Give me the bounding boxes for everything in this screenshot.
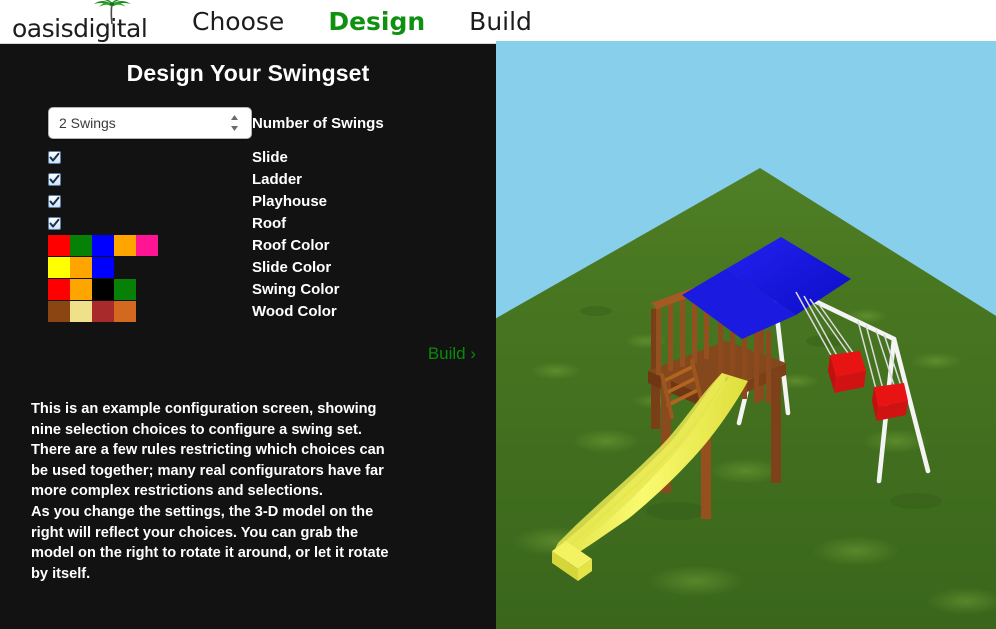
color-swatch[interactable] xyxy=(92,278,114,300)
color-swatch[interactable] xyxy=(92,234,114,256)
label-number-of-swings: Number of Swings xyxy=(252,114,384,132)
swingset-3d-scene[interactable] xyxy=(496,41,996,629)
color-swatch[interactable] xyxy=(70,300,92,322)
field-row-slide: Slide xyxy=(0,146,496,168)
label-roof: Roof xyxy=(252,214,287,232)
label-wood-color: Wood Color xyxy=(252,302,337,320)
description-text: This is an example configuration screen,… xyxy=(31,399,391,584)
label-slide-color: Slide Color xyxy=(252,258,332,276)
configuration-form: 2 Swings Number of Swings Slide Ladder P… xyxy=(0,100,496,322)
checkbox-ladder[interactable] xyxy=(48,172,61,186)
color-swatch[interactable] xyxy=(136,234,158,256)
color-swatch[interactable] xyxy=(70,278,92,300)
build-next-link[interactable]: Build › xyxy=(428,344,476,363)
color-swatch[interactable] xyxy=(48,256,70,278)
field-row-roof-color: Roof Color xyxy=(0,234,496,256)
logo-text-digital: digital xyxy=(73,13,148,43)
chevron-updown-icon xyxy=(231,115,238,131)
model-viewport[interactable] xyxy=(496,41,996,629)
swings-select-value: 2 Swings xyxy=(59,115,116,131)
nav-item-build[interactable]: Build xyxy=(469,9,532,34)
label-playhouse: Playhouse xyxy=(252,192,328,210)
swingset-configurator-app: oasis digital Choose Design Build Design… xyxy=(0,0,996,629)
label-swing-color: Swing Color xyxy=(252,280,340,298)
checkbox-playhouse[interactable] xyxy=(48,194,61,208)
color-swatch[interactable] xyxy=(114,300,136,322)
color-swatch[interactable] xyxy=(48,300,70,322)
label-slide: Slide xyxy=(252,148,288,166)
color-swatch[interactable] xyxy=(114,234,136,256)
field-row-number-of-swings: 2 Swings Number of Swings xyxy=(0,100,496,146)
color-swatch[interactable] xyxy=(92,300,114,322)
nav-item-design[interactable]: Design xyxy=(328,9,425,34)
logo-text-oasis: oasis xyxy=(12,13,74,43)
color-swatch[interactable] xyxy=(114,278,136,300)
swatch-group-wood-color xyxy=(48,300,136,322)
swatch-group-slide-color xyxy=(48,256,114,278)
checkbox-slide[interactable] xyxy=(48,150,61,164)
description-paragraph-1: This is an example configuration screen,… xyxy=(31,401,385,500)
site-header: oasis digital Choose Design Build xyxy=(0,0,996,44)
field-row-roof: Roof xyxy=(0,212,496,234)
description-paragraph-2: As you change the settings, the 3-D mode… xyxy=(31,503,389,582)
color-swatch[interactable] xyxy=(92,256,114,278)
nav-item-choose[interactable]: Choose xyxy=(192,9,284,34)
color-swatch[interactable] xyxy=(70,234,92,256)
color-swatch[interactable] xyxy=(48,278,70,300)
swatch-group-roof-color xyxy=(48,234,158,256)
field-row-swing-color: Swing Color xyxy=(0,278,496,300)
color-swatch[interactable] xyxy=(48,234,70,256)
label-roof-color: Roof Color xyxy=(252,236,330,254)
swatch-group-swing-color xyxy=(48,278,136,300)
checkbox-roof[interactable] xyxy=(48,216,61,230)
field-row-slide-color: Slide Color xyxy=(0,256,496,278)
swings-select[interactable]: 2 Swings xyxy=(48,107,252,139)
oasis-digital-logo[interactable]: oasis digital xyxy=(12,0,148,43)
field-row-ladder: Ladder xyxy=(0,168,496,190)
field-row-wood-color: Wood Color xyxy=(0,300,496,322)
build-link-container: Build › xyxy=(0,344,496,364)
main-navigation: Choose Design Build xyxy=(192,9,532,34)
configuration-panel: Design Your Swingset 2 Swings Number of … xyxy=(0,44,496,629)
field-row-playhouse: Playhouse xyxy=(0,190,496,212)
color-swatch[interactable] xyxy=(70,256,92,278)
label-ladder: Ladder xyxy=(252,170,303,188)
page-title: Design Your Swingset xyxy=(126,60,370,86)
